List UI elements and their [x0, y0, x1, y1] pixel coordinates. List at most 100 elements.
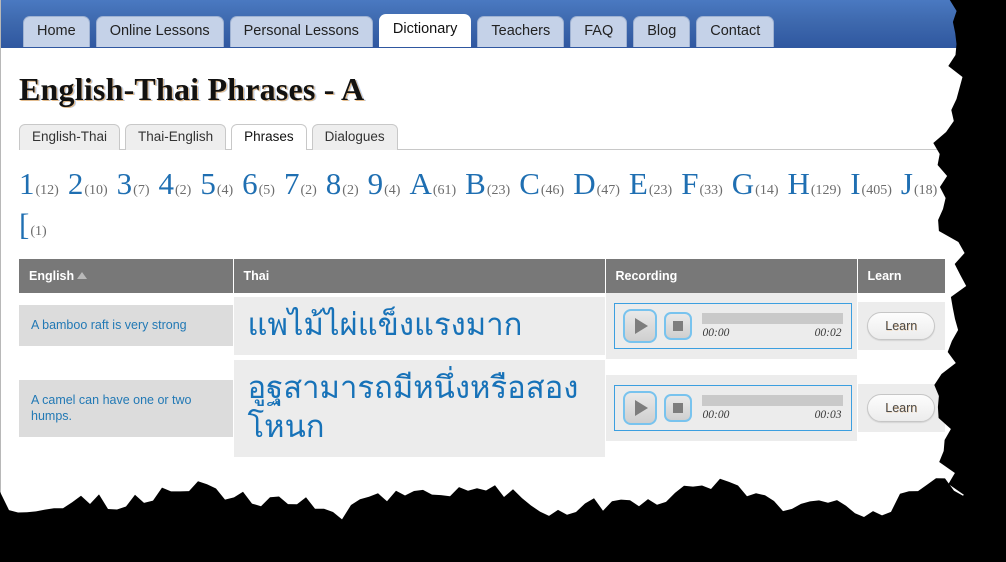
alphabet-letter-count: (47)	[596, 183, 620, 198]
alphabet-index-item[interactable]: 4(2)	[158, 166, 191, 201]
cell-english: A camel can have one or two humps.	[19, 359, 234, 459]
alphabet-letter-count: (18)	[913, 183, 938, 198]
main-navigation-bar: Home Online Lessons Personal Lessons Dictio…	[1, 0, 962, 48]
alphabet-index-item[interactable]: G(14)	[732, 166, 779, 201]
nav-tab-personal-lessons[interactable]: Personal Lessons	[229, 16, 373, 47]
nav-tab-home[interactable]: Home	[23, 16, 90, 47]
alphabet-letter-link[interactable]: 2	[68, 166, 84, 201]
alphabet-index-item[interactable]: I(405)	[850, 166, 892, 201]
cell-learn: Learn	[857, 359, 945, 459]
progress-bar[interactable]	[701, 395, 843, 407]
column-header-recording[interactable]: Recording	[605, 258, 858, 293]
alphabet-index-item[interactable]: K(4)	[946, 166, 962, 201]
alphabet-letter-count: (14)	[755, 183, 779, 198]
alphabet-index-item[interactable]: D(47)	[573, 166, 620, 201]
alphabet-letter-link[interactable]: J	[901, 166, 913, 201]
alphabet-index: 1(12) 2(10) 3(7) 4(2) 5(4) 6(5) 7(2) 8(2) 9(4) A(…	[19, 164, 962, 246]
page-root: Home Online Lessons Personal Lessons Dictio…	[0, 0, 1006, 562]
alphabet-letter-link[interactable]: [	[19, 207, 29, 242]
alphabet-index-item[interactable]: A(61)	[409, 166, 456, 201]
alphabet-letter-link[interactable]: C	[519, 166, 540, 201]
column-header-thai[interactable]: Thai	[233, 258, 606, 293]
phrases-table-body: A bamboo raft is very strong แพไม้ไผ่แข็ง…	[19, 292, 945, 459]
alphabet-index-item[interactable]: 9(4)	[368, 166, 401, 201]
learn-button[interactable]: Learn	[867, 394, 936, 423]
alphabet-letter-link[interactable]: 9	[368, 166, 384, 201]
alphabet-letter-link[interactable]: E	[629, 166, 648, 201]
alphabet-letter-count: (23)	[648, 183, 673, 198]
english-phrase-link[interactable]: A camel can have one or two humps.	[19, 379, 233, 438]
alphabet-index-item[interactable]: B(23)	[465, 166, 510, 201]
page-title: English-Thai Phrases - A	[19, 71, 365, 107]
audio-player: 00:00 00:03	[613, 385, 852, 432]
subtab-thai-english[interactable]: Thai-English	[125, 124, 227, 150]
stop-button[interactable]	[663, 311, 692, 340]
duration-time: 00:03	[814, 409, 842, 422]
alphabet-letter-count: (4)	[384, 183, 401, 198]
alphabet-letter-link[interactable]: D	[573, 166, 595, 201]
alphabet-letter-count: (4)	[216, 183, 234, 198]
alphabet-index-item[interactable]: F(33)	[681, 166, 723, 201]
alphabet-letter-link[interactable]: 5	[200, 166, 216, 201]
alphabet-index-item[interactable]: 6(5)	[242, 166, 275, 201]
alphabet-letter-count: (2)	[300, 183, 317, 198]
nav-tab-faq[interactable]: FAQ	[570, 16, 628, 47]
alphabet-letter-link[interactable]: 4	[158, 166, 174, 201]
alphabet-index-item[interactable]: J(18)	[901, 166, 938, 201]
alphabet-index-item[interactable]: 1(12)	[19, 166, 59, 201]
play-icon	[634, 400, 648, 417]
nav-tab-online-lessons[interactable]: Online Lessons	[95, 16, 224, 47]
alphabet-letter-link[interactable]: 8	[326, 166, 342, 201]
alphabet-letter-link[interactable]: A	[409, 166, 431, 201]
recording-cell: 00:00 00:02	[605, 292, 857, 359]
learn-button[interactable]: Learn	[867, 311, 936, 340]
subtab-label: Phrases	[244, 129, 294, 145]
alphabet-letter-link[interactable]: 3	[117, 166, 133, 201]
alphabet-index-item[interactable]: C(46)	[519, 166, 564, 201]
alphabet-letter-link[interactable]: K	[946, 166, 962, 201]
dictionary-subtabs: English-Thai Thai-English Phrases Dialogues	[19, 122, 943, 150]
nav-tab-teachers[interactable]: Teachers	[477, 16, 565, 47]
thai-phrase-text: แพไม้ไผ่แข็งแรงมาก	[233, 296, 605, 355]
alphabet-index-item[interactable]: H(129)	[787, 166, 842, 201]
nav-tab-blog[interactable]: Blog	[633, 16, 691, 47]
progress-track[interactable]: 00:00 00:03	[699, 395, 843, 421]
alphabet-letter-link[interactable]: 6	[242, 166, 258, 201]
play-button[interactable]	[622, 308, 657, 343]
cell-recording: 00:00 00:03	[605, 359, 858, 459]
subtab-label: English-Thai	[32, 129, 108, 145]
nav-tab-label: FAQ	[584, 23, 614, 39]
nav-tab-label: Blog	[647, 23, 677, 39]
subtab-dialogues[interactable]: Dialogues	[311, 124, 398, 150]
alphabet-letter-link[interactable]: I	[850, 166, 860, 201]
alphabet-letter-link[interactable]: F	[681, 166, 698, 201]
alphabet-index-item[interactable]: E(23)	[629, 166, 673, 201]
alphabet-letter-count: (405)	[861, 183, 892, 198]
alphabet-index-item[interactable]: 3(7)	[117, 166, 150, 201]
alphabet-letter-count: (129)	[810, 183, 842, 198]
subtab-english-thai[interactable]: English-Thai	[19, 124, 121, 150]
stop-button[interactable]	[663, 394, 692, 423]
alphabet-index-item[interactable]: [(1)	[19, 207, 47, 242]
progress-bar[interactable]	[701, 312, 843, 324]
nav-tab-contact[interactable]: Contact	[696, 16, 775, 47]
play-button[interactable]	[622, 391, 657, 426]
alphabet-letter-count: (12)	[35, 183, 59, 198]
alphabet-index-item[interactable]: 7(2)	[284, 166, 317, 201]
subtab-phrases[interactable]: Phrases	[231, 124, 307, 150]
alphabet-letter-link[interactable]: 7	[284, 166, 300, 201]
alphabet-index-item[interactable]: 8(2)	[326, 166, 359, 201]
alphabet-index-item[interactable]: 2(10)	[68, 166, 108, 201]
phrases-table: English Thai Recording Learn A bamboo ra…	[19, 258, 945, 459]
column-header-english[interactable]: English	[19, 258, 234, 293]
alphabet-letter-link[interactable]: G	[732, 166, 754, 201]
alphabet-letter-link[interactable]: 1	[19, 166, 35, 201]
nav-tab-dictionary[interactable]: Dictionary	[378, 14, 472, 47]
alphabet-index-item[interactable]: 5(4)	[200, 166, 234, 201]
alphabet-letter-link[interactable]: B	[465, 166, 486, 201]
english-phrase-link[interactable]: A bamboo raft is very strong	[19, 305, 233, 347]
alphabet-letter-link[interactable]: H	[787, 166, 809, 201]
column-header-learn[interactable]: Learn	[857, 258, 945, 293]
progress-track[interactable]: 00:00 00:02	[699, 312, 843, 339]
table-row: A bamboo raft is very strong แพไม้ไผ่แข็ง…	[19, 292, 945, 360]
